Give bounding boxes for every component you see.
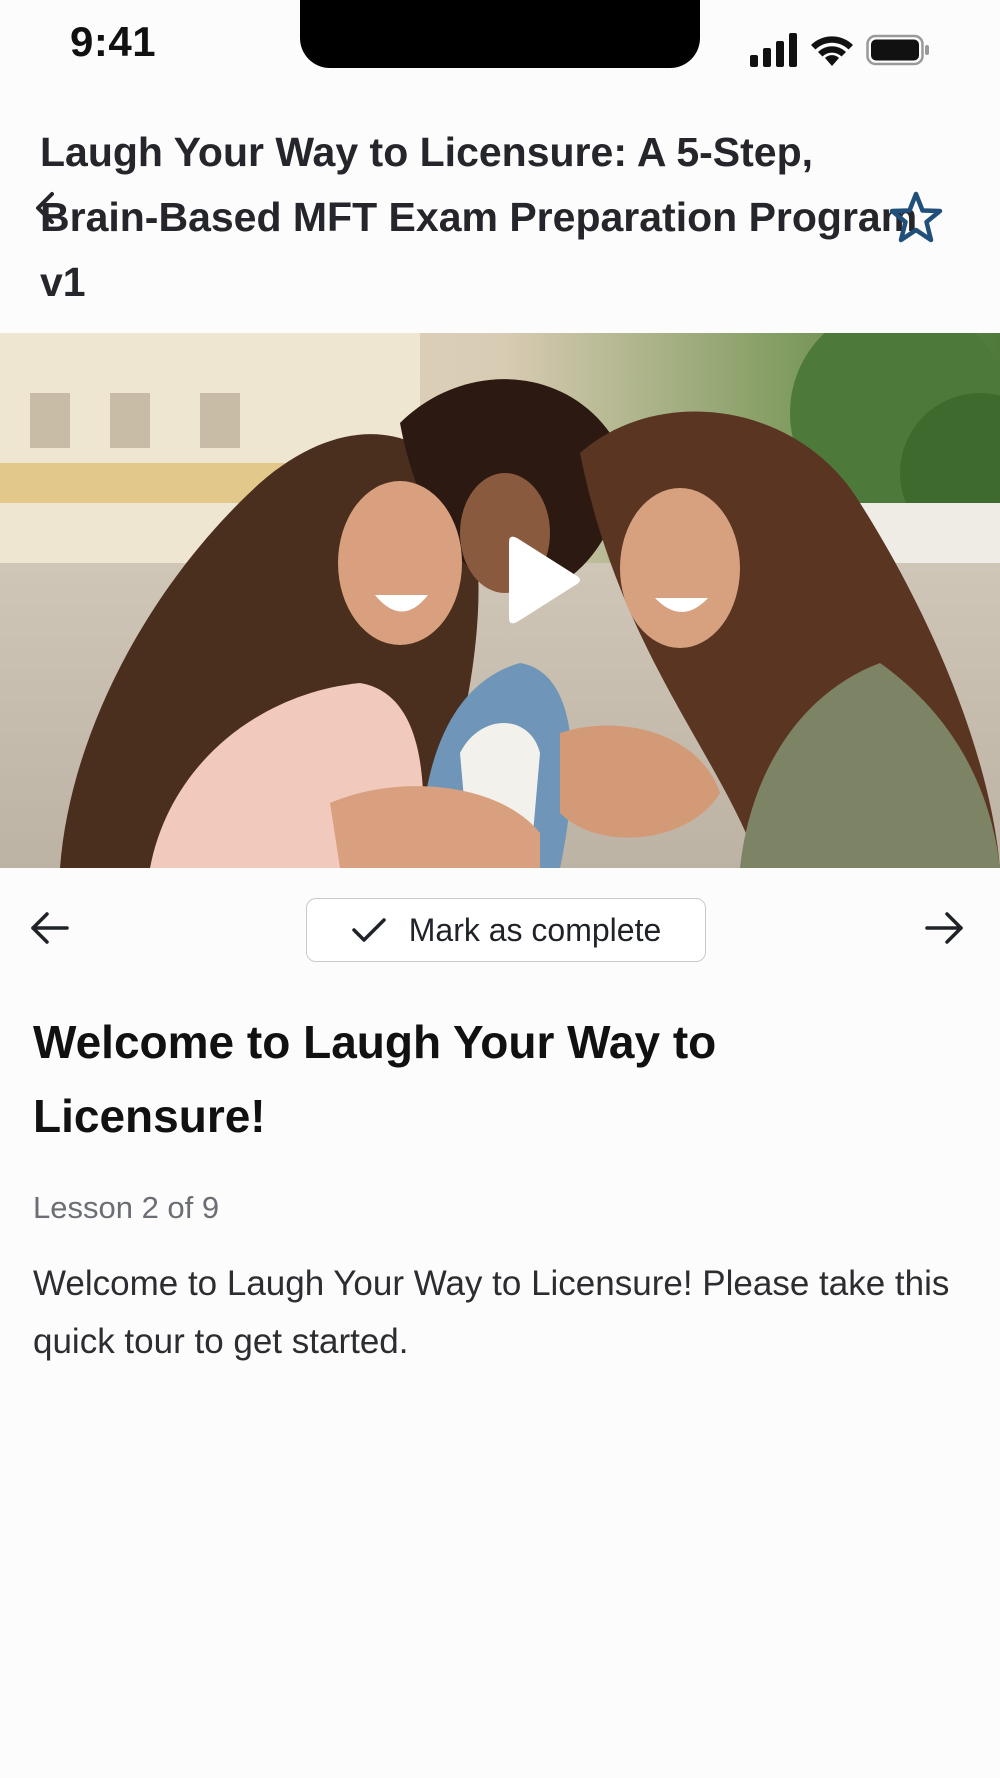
battery-icon bbox=[866, 34, 929, 66]
play-icon[interactable] bbox=[505, 530, 585, 630]
signal-icon bbox=[750, 33, 797, 67]
arrow-right-icon[interactable] bbox=[924, 911, 964, 945]
arrow-left-icon[interactable] bbox=[30, 911, 70, 945]
star-outline-icon[interactable] bbox=[888, 190, 944, 246]
device-notch bbox=[300, 0, 700, 68]
mark-complete-button[interactable]: Mark as complete bbox=[306, 898, 706, 962]
chevron-left-icon[interactable] bbox=[30, 188, 60, 228]
status-time: 9:41 bbox=[70, 18, 157, 65]
mark-complete-label: Mark as complete bbox=[408, 911, 662, 948]
check-icon bbox=[351, 918, 386, 942]
lesson-progress-label: Lesson 2 of 9 bbox=[33, 1190, 220, 1225]
lesson-description: Welcome to Laugh Your Way to Licensure! … bbox=[33, 1264, 950, 1361]
lesson-title: Welcome to Laugh Your Way to Licensure! bbox=[33, 1016, 717, 1142]
course-title: Laugh Your Way to Licensure: A 5-Step, B… bbox=[40, 129, 918, 305]
wifi-icon bbox=[811, 36, 853, 66]
status-bar: 9:41 bbox=[0, 0, 1000, 90]
status-icons bbox=[750, 30, 930, 70]
course-header: Laugh Your Way to Licensure: A 5-Step, B… bbox=[0, 110, 1000, 320]
video-thumbnail-image bbox=[0, 333, 1000, 868]
lesson-video[interactable] bbox=[0, 333, 1000, 868]
lesson-controls: Mark as complete bbox=[0, 895, 1000, 965]
lesson-screen: 9:41 Laugh Your Way to Licensure: A 5-St… bbox=[0, 0, 1000, 1778]
